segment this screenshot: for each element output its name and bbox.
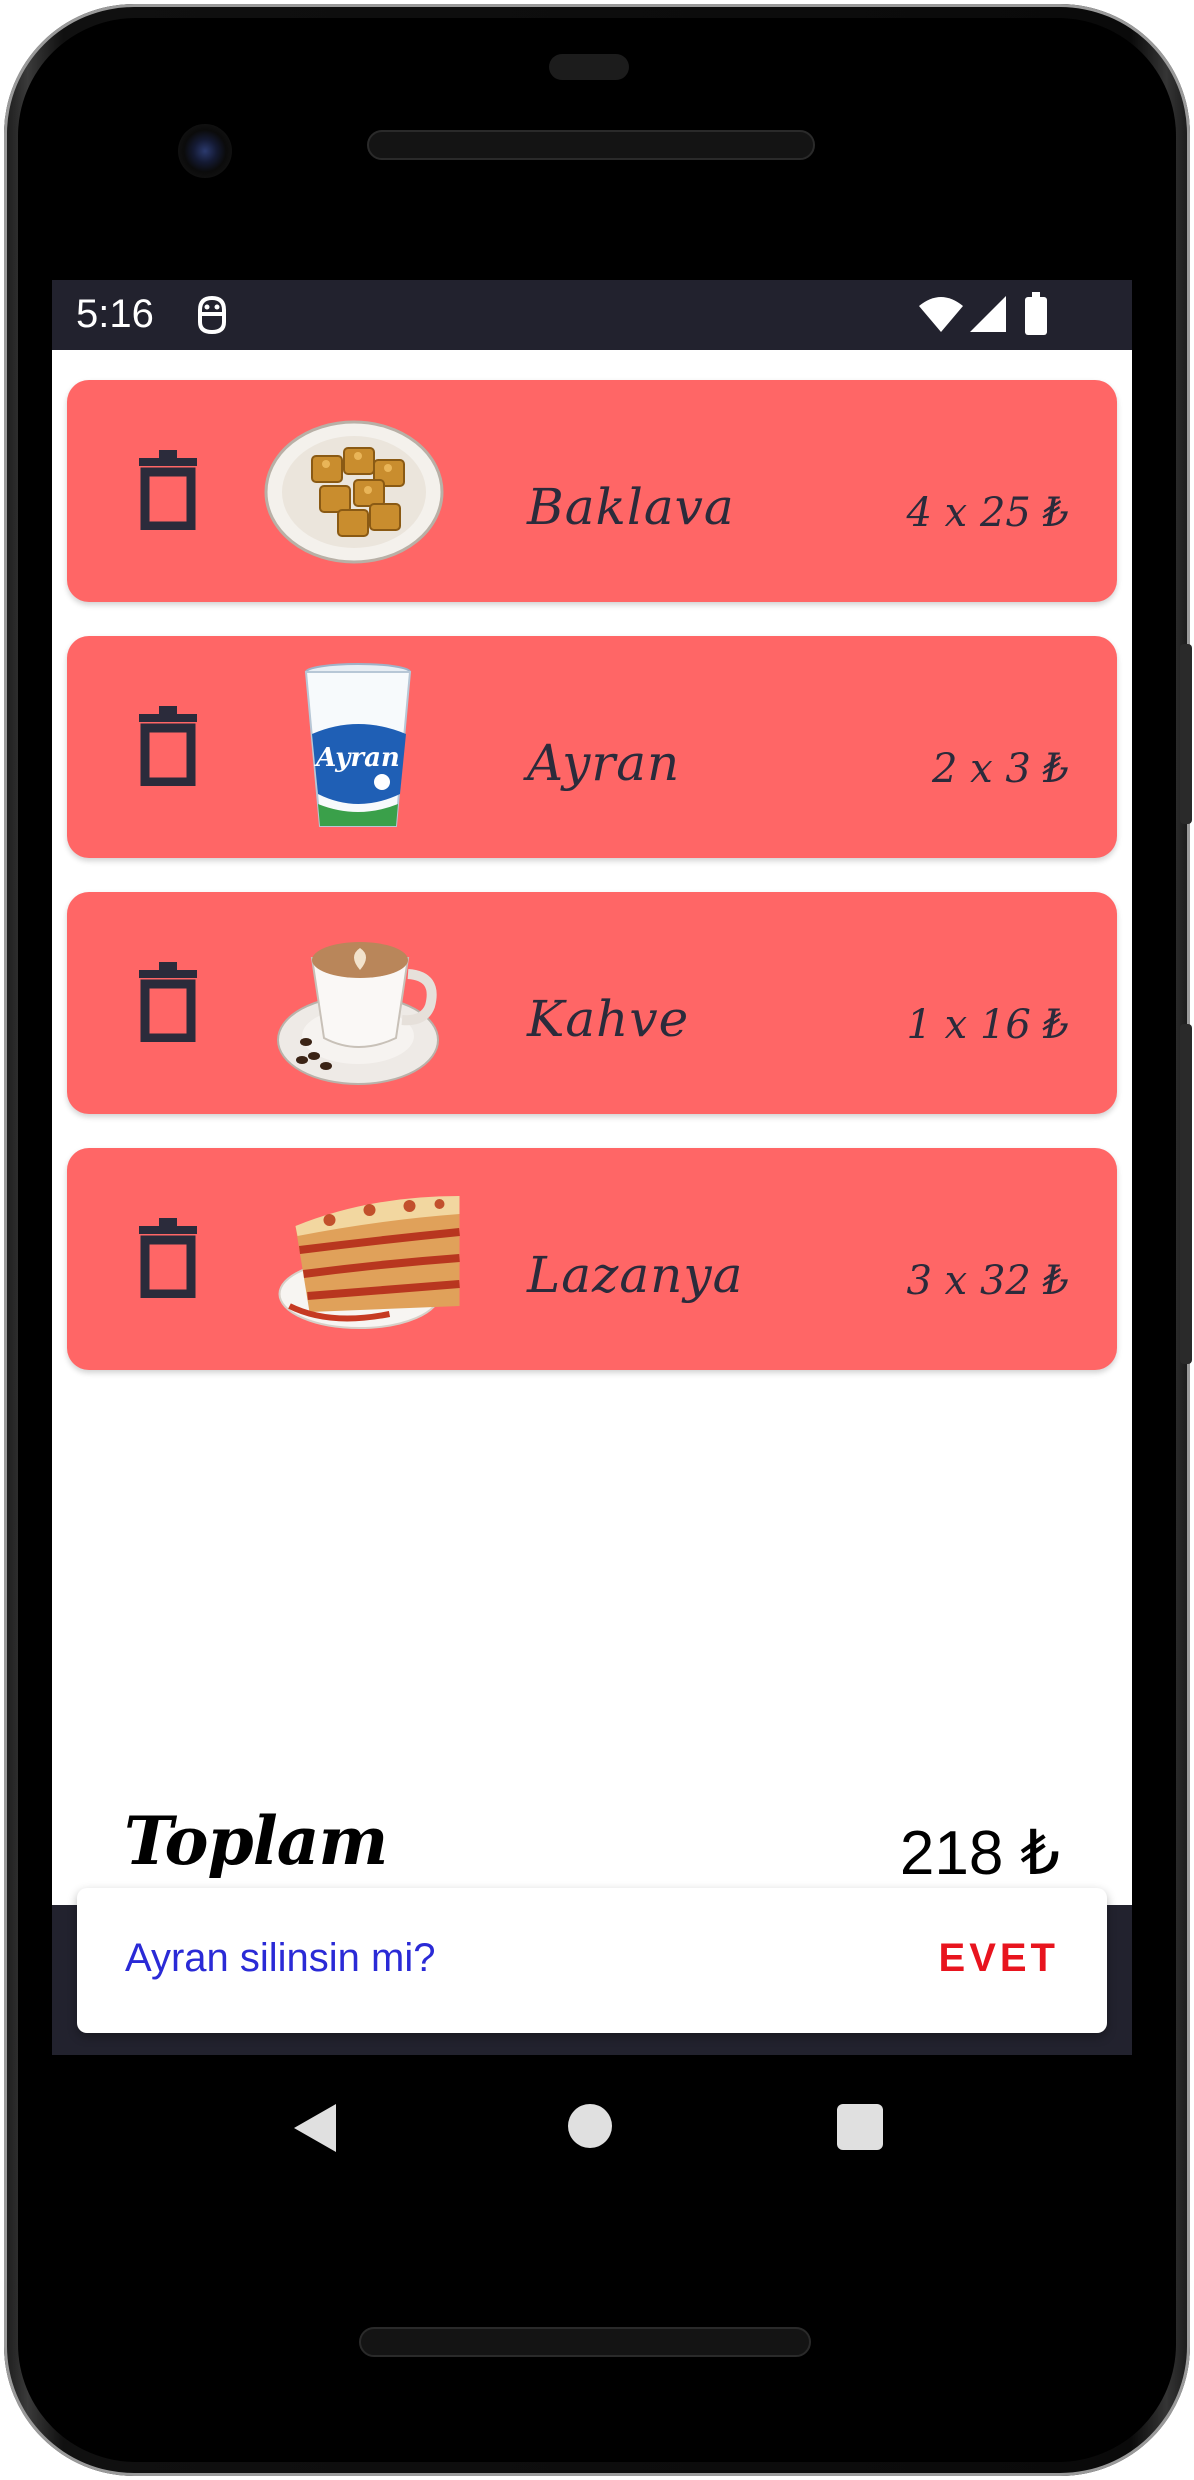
coffee-cup-image xyxy=(277,942,439,1085)
status-time: 5:16 xyxy=(76,292,154,336)
status-bar: 5:16 xyxy=(52,280,1132,350)
item-qty-price: 2 x 3 ₺ xyxy=(931,746,1069,792)
trash-icon[interactable] xyxy=(137,704,199,786)
baklava-image xyxy=(264,420,444,564)
cart-item-kahve[interactable]: Kahve 1 x 16 ₺ xyxy=(67,892,1117,1114)
top-speaker xyxy=(367,130,815,160)
trash-icon[interactable] xyxy=(137,960,199,1042)
android-debug-icon xyxy=(198,295,226,335)
svg-text:Ayran: Ayran xyxy=(313,743,400,773)
home-icon[interactable] xyxy=(568,2104,612,2148)
app-screen: 5:16 Baklava 4 x 25 ₺ Ayran Ayran 2 x 3 … xyxy=(52,280,1132,2055)
item-name: Baklava xyxy=(527,478,735,536)
item-qty-price: 3 x 32 ₺ xyxy=(906,1258,1070,1304)
cart-list: Baklava 4 x 25 ₺ Ayran Ayran 2 x 3 ₺ Kah… xyxy=(52,350,1132,1905)
item-qty-price: 1 x 16 ₺ xyxy=(906,1002,1070,1048)
earpiece xyxy=(549,54,629,80)
power-button xyxy=(1180,644,1192,824)
front-camera xyxy=(178,124,232,178)
trash-icon[interactable] xyxy=(137,1216,199,1298)
total-value: 218 ₺ xyxy=(899,1819,1060,1888)
lasagna-image xyxy=(278,1196,460,1329)
volume-button xyxy=(1180,1024,1192,1364)
ayran-cup-image: Ayran xyxy=(304,663,412,827)
cart-item-lazanya[interactable]: Lazanya 3 x 32 ₺ xyxy=(67,1148,1117,1370)
recents-icon[interactable] xyxy=(837,2104,883,2150)
trash-icon[interactable] xyxy=(137,448,199,530)
bottom-speaker xyxy=(359,2327,811,2357)
wifi-icon xyxy=(919,297,963,332)
cell-signal-icon xyxy=(970,296,1006,332)
item-name: Lazanya xyxy=(527,1246,744,1304)
item-name: Kahve xyxy=(527,990,690,1048)
cart-item-ayran[interactable]: Ayran Ayran 2 x 3 ₺ xyxy=(67,636,1117,858)
cart-item-baklava[interactable]: Baklava 4 x 25 ₺ xyxy=(67,380,1117,602)
snackbar-message: Ayran silinsin mi? xyxy=(125,1936,436,1980)
item-name: Ayran xyxy=(527,734,681,792)
battery-icon xyxy=(1025,292,1047,335)
item-qty-price: 4 x 25 ₺ xyxy=(906,490,1070,536)
undo-snackbar: Ayran silinsin mi? EVET xyxy=(77,1888,1107,2033)
snackbar-action-button[interactable]: EVET xyxy=(939,1936,1059,1981)
total-label: Toplam xyxy=(124,1802,388,1880)
back-icon[interactable] xyxy=(292,2102,338,2154)
